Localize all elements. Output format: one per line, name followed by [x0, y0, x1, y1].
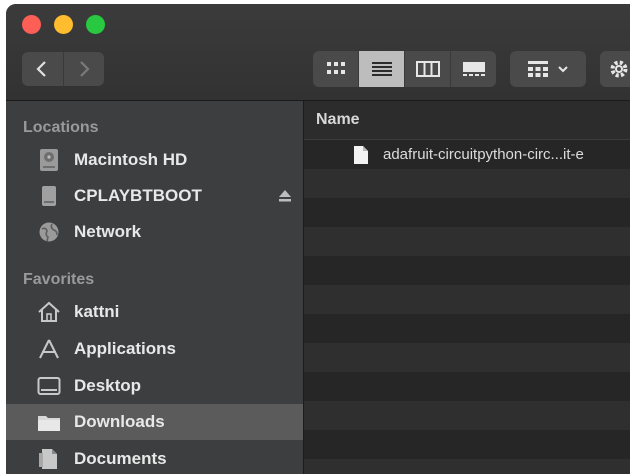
sidebar-item-network[interactable]: Network: [6, 214, 303, 250]
empty-row: [304, 227, 630, 256]
empty-row: [304, 372, 630, 401]
empty-row: [304, 343, 630, 372]
chevron-down-icon: [558, 66, 568, 73]
sidebar-item-cplaybtboot[interactable]: CPLAYBTBOOT: [6, 178, 303, 214]
toolbar: [6, 4, 630, 101]
sidebar-item-label: Documents: [74, 449, 167, 468]
back-button[interactable]: [22, 52, 63, 86]
icon-view-button[interactable]: [313, 51, 358, 87]
sidebar-item-applications[interactable]: Applications: [6, 331, 303, 367]
empty-row: [304, 459, 630, 474]
forward-button[interactable]: [62, 52, 105, 86]
network-globe-icon: [37, 220, 61, 244]
sidebar-item-label: Applications: [74, 339, 177, 358]
table-row[interactable]: adafruit-circuitpython-circ...it-e: [304, 140, 630, 169]
empty-row: [304, 314, 630, 343]
empty-row: [304, 285, 630, 314]
sidebar-item-kattni[interactable]: kattni: [6, 294, 303, 330]
sidebar: Locations Macintosh HD CPLAYBTBOOT Netwo…: [6, 101, 303, 474]
document-icon: [354, 146, 368, 164]
sidebar-item-label: Network: [74, 222, 142, 241]
group-grid-icon: [528, 61, 548, 77]
sidebar-item-desktop[interactable]: Desktop: [6, 368, 303, 404]
column-view-icon: [415, 61, 440, 77]
sidebar-item-label: CPLAYBTBOOT: [74, 186, 202, 205]
sidebar-item-macintosh-hd[interactable]: Macintosh HD: [6, 142, 303, 178]
locations-header: Locations: [23, 119, 99, 136]
external-drive-icon: [37, 184, 61, 208]
close-window-button[interactable]: [22, 15, 41, 34]
documents-icon: [37, 447, 61, 471]
file-list: adafruit-circuitpython-circ...it-e Name: [304, 101, 630, 474]
group-by-button[interactable]: [510, 51, 586, 87]
favorites-header: Favorites: [23, 271, 95, 288]
sidebar-item-documents[interactable]: Documents: [6, 441, 303, 474]
finder-window: Locations Macintosh HD CPLAYBTBOOT Netwo…: [6, 4, 630, 474]
chevron-left-icon: [36, 61, 47, 77]
minimize-window-button[interactable]: [54, 15, 73, 34]
applications-icon: [37, 337, 61, 361]
sidebar-item-label: kattni: [74, 302, 120, 321]
gear-icon: [610, 60, 628, 78]
list-view-button[interactable]: [358, 51, 404, 87]
empty-row: [304, 198, 630, 227]
navigation-buttons: [22, 52, 104, 86]
column-header-label: Name: [316, 111, 360, 128]
downloads-folder-icon: [37, 410, 61, 434]
chevron-right-icon: [79, 61, 90, 77]
name-column-header[interactable]: Name: [304, 101, 630, 140]
action-menu-button[interactable]: [600, 51, 630, 87]
list-view-icon: [371, 62, 392, 76]
view-mode-selector: [313, 51, 496, 87]
zoom-window-button[interactable]: [86, 15, 105, 34]
sidebar-item-label: Macintosh HD: [74, 150, 188, 169]
sidebar-item-label: Downloads: [74, 412, 165, 431]
home-icon: [37, 300, 61, 324]
file-name: adafruit-circuitpython-circ...it-e: [383, 146, 584, 163]
column-view-button[interactable]: [404, 51, 450, 87]
empty-row: [304, 256, 630, 285]
gallery-view-button[interactable]: [450, 51, 496, 87]
empty-row: [304, 169, 630, 198]
desktop-icon: [37, 374, 61, 398]
gallery-view-icon: [462, 62, 485, 76]
icon-view-icon: [326, 62, 345, 74]
sidebar-item-label: Desktop: [74, 376, 142, 395]
empty-row: [304, 401, 630, 430]
hard-drive-icon: [37, 148, 61, 172]
eject-icon[interactable]: [278, 189, 292, 203]
empty-row: [304, 430, 630, 459]
sidebar-item-downloads[interactable]: Downloads: [6, 404, 303, 440]
